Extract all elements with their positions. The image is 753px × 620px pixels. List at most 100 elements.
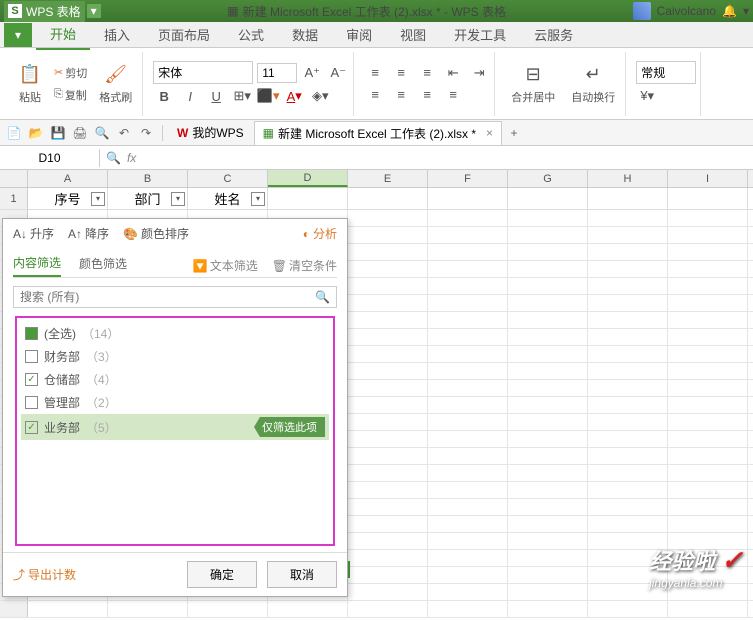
filter-item-4[interactable]: ✓ 业务部（5） 仅筛选此项 (21, 414, 329, 440)
wrap-button[interactable]: ↵ 自动换行 (565, 59, 621, 109)
cell-F1[interactable] (428, 188, 508, 209)
save-icon[interactable]: 💾 (48, 123, 68, 143)
cell-D1[interactable] (268, 188, 348, 209)
tab-view[interactable]: 视图 (386, 20, 440, 49)
tab-devtools[interactable]: 开发工具 (440, 20, 520, 49)
merge-button[interactable]: ⊟ 合并居中 (505, 59, 561, 109)
select-all[interactable] (0, 170, 28, 187)
doc-tab[interactable]: ▦ 新建 Microsoft Excel 工作表 (2).xlsx * × (254, 121, 502, 145)
file-menu[interactable]: ▾ (4, 23, 32, 47)
row-header-1[interactable]: 1 (0, 188, 28, 209)
col-D[interactable]: D (268, 170, 348, 187)
sort-asc-button[interactable]: A↓升序 (13, 225, 54, 242)
cell-E1[interactable] (348, 188, 428, 209)
col-I[interactable]: I (668, 170, 748, 187)
app-menu-dropdown[interactable]: ▾ (87, 4, 101, 18)
content-filter-tab[interactable]: 内容筛选 (13, 254, 61, 277)
avatar[interactable] (633, 2, 651, 20)
preview-icon[interactable]: 🔍 (92, 123, 112, 143)
search-icon[interactable]: 🔍 (315, 290, 330, 304)
cell-I1[interactable] (668, 188, 748, 209)
align-middle[interactable]: ≡ (390, 63, 412, 83)
indent-inc[interactable]: ⇥ (468, 63, 490, 83)
number-format[interactable]: 常规 (636, 61, 696, 84)
underline-button[interactable]: U (205, 86, 227, 106)
grow-font[interactable]: A⁺ (301, 63, 323, 83)
font-select[interactable]: 宋体 (153, 61, 253, 84)
shrink-font[interactable]: A⁻ (327, 63, 349, 83)
only-this-button[interactable]: 仅筛选此项 (254, 417, 325, 437)
filter-item-2[interactable]: ✓ 仓储部（4） (21, 368, 329, 391)
filter-btn-A[interactable]: ▾ (91, 192, 105, 206)
border-button[interactable]: ⊞▾ (231, 86, 253, 106)
tab-review[interactable]: 审阅 (332, 20, 386, 49)
filter-item-all[interactable]: (全选)（14） (21, 322, 329, 345)
filter-btn-B[interactable]: ▾ (171, 192, 185, 206)
close-tab-icon[interactable]: × (486, 126, 493, 140)
font-color-button[interactable]: A▾ (283, 86, 305, 106)
filter-item-3[interactable]: 管理部（2） (21, 391, 329, 414)
tab-layout[interactable]: 页面布局 (144, 20, 224, 49)
filter-search[interactable]: 🔍 (13, 286, 337, 308)
col-G[interactable]: G (508, 170, 588, 187)
checkbox-1[interactable] (25, 350, 38, 363)
dropdown-icon[interactable]: ▾ (743, 4, 749, 18)
checkbox-4[interactable]: ✓ (25, 421, 38, 434)
text-filter-button[interactable]: 🔽文本筛选 (193, 257, 258, 274)
print-icon[interactable]: 🖨 (70, 123, 90, 143)
fill-button[interactable]: ⬛▾ (257, 86, 279, 106)
namebox[interactable]: D10 (0, 149, 100, 167)
currency-button[interactable]: ¥▾ (636, 86, 658, 106)
search-icon[interactable]: 🔍 (106, 151, 121, 165)
effects-button[interactable]: ◈▾ (309, 86, 331, 106)
filter-item-1[interactable]: 财务部（3） (21, 345, 329, 368)
checkbox-3[interactable] (25, 396, 38, 409)
italic-button[interactable]: I (179, 86, 201, 106)
size-select[interactable]: 11 (257, 63, 297, 83)
cell-A1[interactable]: 序号▾ (28, 188, 108, 209)
sort-color-button[interactable]: 🎨颜色排序 (123, 225, 189, 242)
align-top[interactable]: ≡ (364, 63, 386, 83)
tab-formula[interactable]: 公式 (224, 20, 278, 49)
notification-icon[interactable]: 🔔 (722, 4, 737, 18)
format-painter-button[interactable]: 🖌 格式刷 (93, 59, 138, 109)
align-center[interactable]: ≡ (390, 85, 412, 105)
mywps-tab[interactable]: W 我的WPS (169, 121, 252, 144)
sort-desc-button[interactable]: A↑降序 (68, 225, 109, 242)
align-left[interactable]: ≡ (364, 85, 386, 105)
redo-icon[interactable]: ↷ (136, 123, 156, 143)
cell-G1[interactable] (508, 188, 588, 209)
align-right[interactable]: ≡ (416, 85, 438, 105)
undo-icon[interactable]: ↶ (114, 123, 134, 143)
clear-button[interactable]: 🗑清空条件 (272, 257, 337, 274)
copy-button[interactable]: ⎘复制 (52, 85, 89, 105)
checkbox-all[interactable] (25, 327, 38, 340)
cell-H1[interactable] (588, 188, 668, 209)
tab-data[interactable]: 数据 (278, 20, 332, 49)
align-justify[interactable]: ≡ (442, 85, 464, 105)
checkbox-2[interactable]: ✓ (25, 373, 38, 386)
export-count-button[interactable]: ⤴导出计数 (13, 566, 76, 583)
cell-B1[interactable]: 部门▾ (108, 188, 188, 209)
search-input[interactable] (20, 290, 315, 304)
cell-C1[interactable]: 姓名▾ (188, 188, 268, 209)
add-tab[interactable]: + (504, 123, 524, 143)
cancel-button[interactable]: 取消 (267, 561, 337, 588)
tab-start[interactable]: 开始 (36, 19, 90, 50)
open-icon[interactable]: 📂 (26, 123, 46, 143)
col-B[interactable]: B (108, 170, 188, 187)
color-filter-tab[interactable]: 颜色筛选 (79, 255, 127, 276)
tab-insert[interactable]: 插入 (90, 20, 144, 49)
filter-btn-C[interactable]: ▾ (251, 192, 265, 206)
cut-button[interactable]: ✂剪切 (52, 63, 89, 83)
bold-button[interactable]: B (153, 86, 175, 106)
col-F[interactable]: F (428, 170, 508, 187)
indent-dec[interactable]: ⇤ (442, 63, 464, 83)
fx-icon[interactable]: fx (127, 151, 136, 165)
align-bottom[interactable]: ≡ (416, 63, 438, 83)
new-icon[interactable]: 📄 (4, 123, 24, 143)
ok-button[interactable]: 确定 (187, 561, 257, 588)
paste-button[interactable]: 📋 粘贴 (12, 59, 48, 109)
col-C[interactable]: C (188, 170, 268, 187)
col-H[interactable]: H (588, 170, 668, 187)
